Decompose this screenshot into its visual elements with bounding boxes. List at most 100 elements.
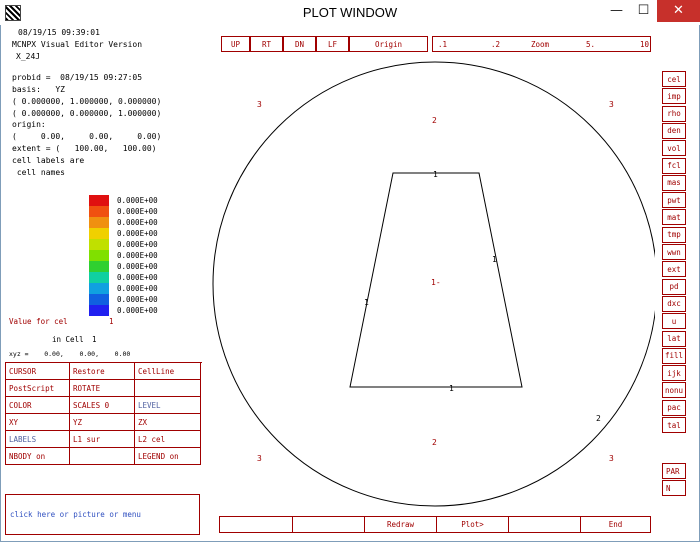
menu-tmp-button[interactable]: tmp bbox=[662, 226, 686, 243]
menu-pd-button[interactable]: pd bbox=[662, 278, 686, 295]
menu-fill-button[interactable]: fill bbox=[662, 347, 686, 364]
menu-ijk-button[interactable]: ijk bbox=[662, 365, 686, 382]
legend-row: 0.000E+00 bbox=[89, 261, 158, 272]
legend-value: 0.000E+00 bbox=[117, 306, 158, 315]
bottom-plot-button[interactable]: Plot> bbox=[437, 517, 509, 532]
cmd-cellline-button[interactable]: CellLine bbox=[135, 363, 201, 380]
legend-row: 0.000E+00 bbox=[89, 195, 158, 206]
legend-value: 0.000E+00 bbox=[117, 207, 158, 216]
label-corner-bl: 3 bbox=[257, 454, 262, 463]
pan-right-button[interactable]: RT bbox=[250, 36, 283, 52]
label-center-cell: 1- bbox=[431, 278, 441, 287]
legend-swatch bbox=[89, 239, 109, 250]
menu-vol-button[interactable]: vol bbox=[662, 140, 686, 157]
in-cell-number: 1 bbox=[92, 335, 97, 344]
cmd-labels-button[interactable]: LABELS bbox=[6, 431, 70, 448]
menu-dxc-button[interactable]: dxc bbox=[662, 295, 686, 312]
value-for-label: Value for cel bbox=[9, 317, 68, 326]
menu-u-button[interactable]: u bbox=[662, 313, 686, 330]
menu-den-button[interactable]: den bbox=[662, 122, 686, 139]
cmd-restore-button[interactable]: Restore bbox=[70, 363, 135, 380]
menu-tal-button[interactable]: tal bbox=[662, 417, 686, 433]
legend-swatch bbox=[89, 206, 109, 217]
window-title: PLOT WINDOW bbox=[302, 5, 398, 20]
cmd-rotate-button[interactable]: ROTATE bbox=[70, 380, 135, 397]
command-grid: CURSOR Restore CellLine PostScript ROTATE COL… bbox=[5, 362, 202, 465]
legend-row: 0.000E+00 bbox=[89, 272, 158, 283]
zoom-bar[interactable]: .1 .2 Zoom 5. 10 bbox=[432, 36, 651, 52]
zoom-label: Zoom bbox=[531, 40, 550, 49]
pan-left-button[interactable]: LF bbox=[316, 36, 349, 52]
maximize-button[interactable]: ☐ bbox=[630, 0, 657, 22]
cmd-level-button[interactable]: LEVEL bbox=[135, 397, 201, 414]
in-cell-label: in Cell bbox=[52, 335, 84, 344]
menu-mat-button[interactable]: mat bbox=[662, 209, 686, 226]
zoom-point2[interactable]: .2 bbox=[491, 40, 500, 49]
cmd-color-button[interactable]: COLOR bbox=[6, 397, 70, 414]
zoom-ten[interactable]: 10 bbox=[640, 40, 649, 49]
message-box[interactable]: click here or picture or menu bbox=[5, 494, 200, 535]
bottom-bar: Redraw Plot> End bbox=[219, 516, 651, 533]
cell-names: cell names bbox=[12, 168, 65, 177]
cmd-nbody-on-button[interactable]: NBODY on bbox=[6, 448, 70, 465]
legend-value: 0.000E+00 bbox=[117, 240, 158, 249]
menu-n-button[interactable]: N bbox=[662, 480, 686, 496]
label-edge-right: 1 bbox=[492, 255, 497, 264]
origin-button[interactable]: Origin bbox=[349, 36, 428, 52]
cmd-l2-cel-button[interactable]: L2 cel bbox=[135, 431, 201, 448]
zoom-five[interactable]: 5. bbox=[586, 40, 595, 49]
bottom-redraw-button[interactable]: Redraw bbox=[365, 517, 437, 532]
probid: probid = 08/19/15 09:27:05 bbox=[12, 73, 143, 82]
message-text: click here or picture or menu bbox=[10, 510, 141, 519]
bottom-empty-button bbox=[509, 517, 581, 532]
cmd-legend-on-button[interactable]: LEGEND on bbox=[135, 448, 201, 465]
label-edge-bottom: 1 bbox=[449, 384, 454, 393]
menu-imp-button[interactable]: imp bbox=[662, 88, 686, 105]
cmd-cursor-button[interactable]: CURSOR bbox=[6, 363, 70, 380]
legend-row: 0.000E+00 bbox=[89, 294, 158, 305]
version: X_24J bbox=[16, 52, 41, 61]
legend-swatch bbox=[89, 261, 109, 272]
zoom-point1[interactable]: .1 bbox=[438, 40, 447, 49]
legend-swatch bbox=[89, 250, 109, 261]
menu-cel-button[interactable]: cel bbox=[662, 71, 686, 87]
legend-value: 0.000E+00 bbox=[117, 273, 158, 282]
menu-ext-button[interactable]: ext bbox=[662, 261, 686, 278]
label-edge-top: 1 bbox=[433, 170, 438, 179]
menu-wwn-button[interactable]: wwn bbox=[662, 244, 686, 260]
bottom-empty-button bbox=[293, 517, 365, 532]
origin-value: ( 0.00, 0.00, 0.00) bbox=[12, 132, 162, 141]
pan-up-button[interactable]: UP bbox=[221, 36, 250, 52]
legend-swatch bbox=[89, 294, 109, 305]
version-line: MCNPX Visual Editor Version bbox=[12, 40, 143, 49]
legend-swatch bbox=[89, 217, 109, 228]
close-button[interactable]: ✕ bbox=[657, 0, 700, 22]
cmd-l1-sur-button[interactable]: L1 sur bbox=[70, 431, 135, 448]
pan-down-button[interactable]: DN bbox=[283, 36, 316, 52]
extent: extent = ( 100.00, 100.00) bbox=[12, 144, 157, 153]
legend-row: 0.000E+00 bbox=[89, 228, 158, 239]
menu-mas-button[interactable]: mas bbox=[662, 174, 686, 191]
cmd-zx-button[interactable]: ZX bbox=[135, 414, 201, 431]
cmd-scales-0-button[interactable]: SCALES 0 bbox=[70, 397, 135, 414]
menu-fcl-button[interactable]: fcl bbox=[662, 157, 686, 174]
minimize-button[interactable]: — bbox=[603, 0, 630, 22]
menu-nonu-button[interactable]: nonu bbox=[662, 382, 686, 399]
legend-value: 0.000E+00 bbox=[117, 196, 158, 205]
menu-lat-button[interactable]: lat bbox=[662, 330, 686, 347]
menu-rho-button[interactable]: rho bbox=[662, 105, 686, 122]
menu-par-button[interactable]: PAR bbox=[662, 463, 686, 479]
legend-swatch bbox=[89, 305, 109, 316]
plot-canvas[interactable]: 3 3 3 3 2 2 2 1- 1 1 1 1 bbox=[205, 56, 655, 511]
label-circle-edge: 2 bbox=[596, 414, 601, 423]
cmd-yz-button[interactable]: YZ bbox=[70, 414, 135, 431]
legend-value: 0.000E+00 bbox=[117, 251, 158, 260]
menu-pwt-button[interactable]: pwt bbox=[662, 192, 686, 209]
cmd-postscript-button[interactable]: PostScript bbox=[6, 380, 70, 397]
menu-pac-button[interactable]: pac bbox=[662, 399, 686, 416]
label-top-region: 2 bbox=[432, 116, 437, 125]
bottom-end-button[interactable]: End bbox=[581, 517, 651, 532]
cmd-empty-button bbox=[70, 448, 135, 465]
bottom-empty-button bbox=[220, 517, 293, 532]
cmd-xy-button[interactable]: XY bbox=[6, 414, 70, 431]
